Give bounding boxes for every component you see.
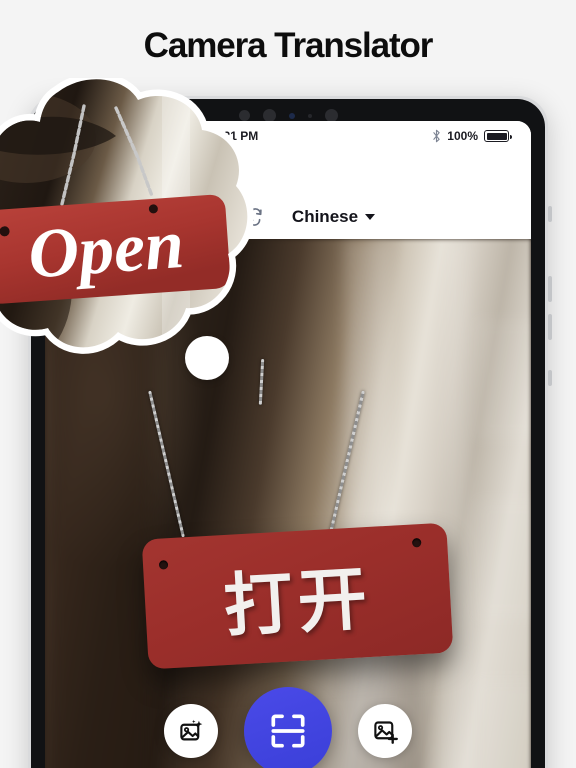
image-sparkle-icon <box>179 719 202 740</box>
detected-sign-text: 打开 <box>221 558 375 648</box>
target-language-label: Chinese <box>291 207 359 226</box>
translation-thought-bubble: Open <box>0 78 254 380</box>
scan-capture-button[interactable] <box>244 687 332 768</box>
camera-toolbar <box>45 687 531 768</box>
target-language-selector[interactable]: Chinese <box>291 207 376 227</box>
status-bar-indicators: 100% <box>432 129 512 143</box>
bubble-photo-content: Open <box>0 79 248 348</box>
ir-sensor-icon <box>288 112 295 119</box>
detected-sign: 打开 <box>141 522 454 670</box>
battery-icon <box>484 130 512 142</box>
scan-frame-icon <box>271 714 305 748</box>
page-title: Camera Translator <box>143 26 434 65</box>
volume-down-button[interactable] <box>548 314 552 340</box>
device-side-button[interactable] <box>548 370 552 386</box>
bluetooth-icon <box>433 129 440 143</box>
ambient-sensor-icon <box>307 113 312 118</box>
chevron-down-icon <box>365 214 376 220</box>
image-add-icon <box>373 720 398 744</box>
sign-hole <box>411 538 422 548</box>
bubble-tail-dot <box>185 336 229 380</box>
background-highlight <box>475 499 531 619</box>
background-highlight <box>475 319 531 439</box>
device-side-button[interactable] <box>548 206 552 222</box>
sign-hole <box>158 560 169 570</box>
enhance-image-button[interactable] <box>164 704 218 758</box>
add-image-button[interactable] <box>358 704 412 758</box>
volume-up-button[interactable] <box>548 276 552 302</box>
translated-sign-text: Open <box>26 206 187 294</box>
battery-percent-label: 100% <box>447 129 478 143</box>
